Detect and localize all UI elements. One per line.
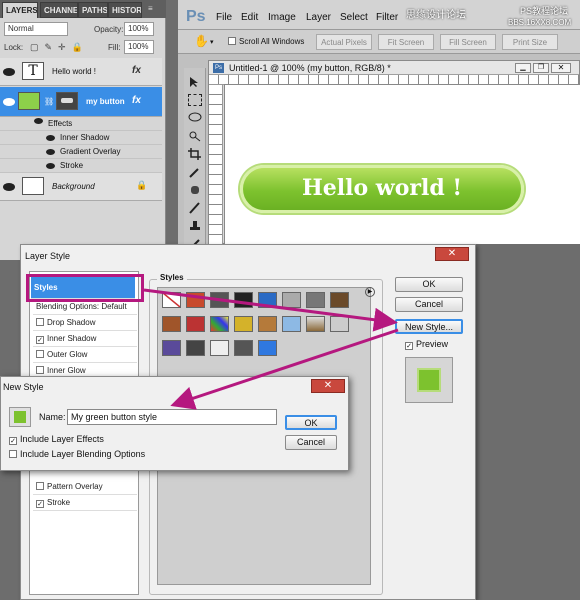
watermark-line-1: 思缘设计论坛 [406, 10, 466, 21]
watermark-line-2: PS教程论坛 [520, 6, 569, 16]
annotation-arrows [143, 288, 399, 410]
arrow-to-new-style [143, 288, 398, 332]
watermark-line-3: BBS.16XX8.COM [508, 18, 572, 27]
arrow-to-name-field [170, 328, 399, 410]
